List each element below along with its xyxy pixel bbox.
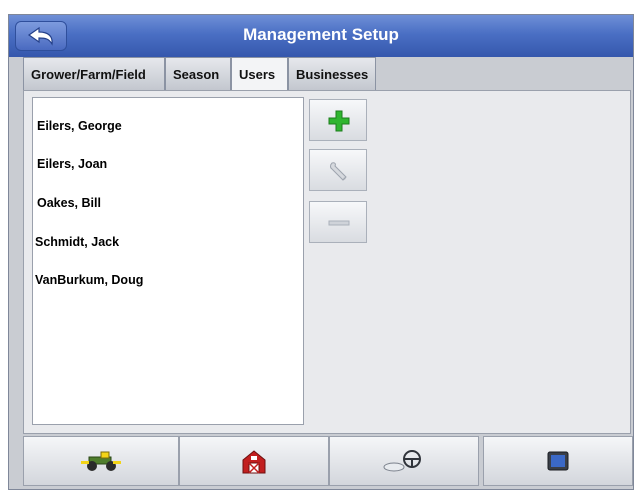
display-setup-button[interactable] (483, 436, 633, 486)
tab-users[interactable]: Users (231, 57, 288, 90)
add-icon (328, 110, 350, 132)
tab-businesses[interactable]: Businesses (288, 57, 376, 90)
vehicle-setup-button[interactable] (23, 436, 179, 486)
list-item[interactable]: Schmidt, Jack (35, 235, 119, 249)
edit-user-button[interactable] (309, 149, 367, 191)
tractor-icon (81, 451, 121, 471)
add-user-button[interactable] (309, 99, 367, 141)
window-title: Management Setup (243, 25, 399, 44)
users-panel: Eilers, George Eilers, Joan Oakes, Bill … (23, 90, 631, 434)
guidance-setup-button[interactable] (329, 436, 479, 486)
steering-wheel-icon (383, 450, 421, 472)
user-list[interactable]: Eilers, George Eilers, Joan Oakes, Bill … (32, 97, 304, 425)
bottom-toolbar (9, 434, 633, 489)
list-item[interactable]: Eilers, Joan (37, 157, 107, 171)
list-item[interactable]: Eilers, George (37, 119, 122, 133)
display-icon (547, 451, 569, 471)
tab-season[interactable]: Season (165, 57, 231, 90)
list-item[interactable]: Oakes, Bill (37, 196, 101, 210)
wrench-icon (330, 162, 347, 181)
title-bar: Management Setup (9, 15, 633, 57)
tab-grower-farm-field[interactable]: Grower/Farm/Field (23, 57, 165, 90)
list-item[interactable]: VanBurkum, Doug (35, 273, 143, 287)
farm-setup-button[interactable] (179, 436, 329, 486)
app-window: Management Setup Grower/Farm/Field Seaso… (8, 14, 634, 490)
barn-icon (242, 450, 266, 474)
minus-icon (328, 220, 350, 226)
remove-user-button[interactable] (309, 201, 367, 243)
tab-bar: Grower/Farm/Field Season Users Businesse… (23, 57, 376, 90)
